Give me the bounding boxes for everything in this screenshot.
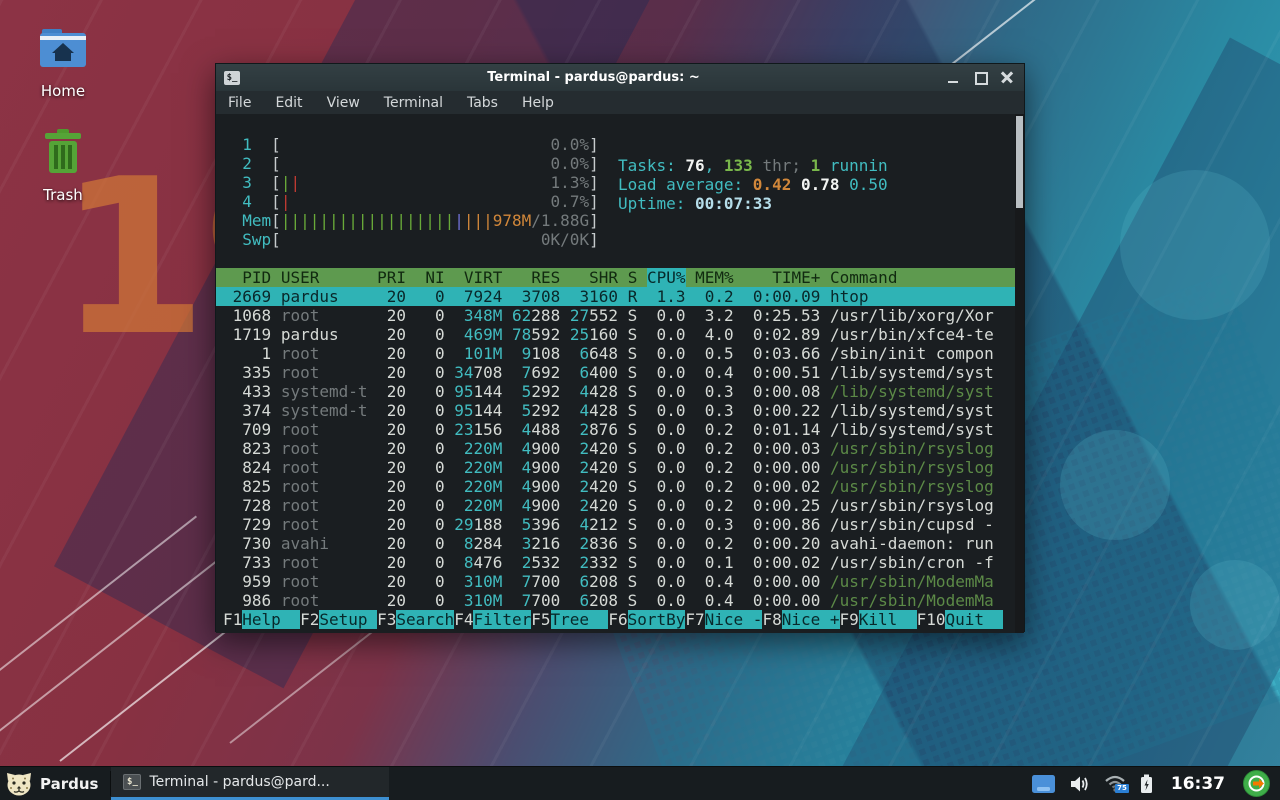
process-row-730[interactable]: 730 avahi 20 0 8284 3216 2836 S 0.0 0.2 … (216, 534, 1015, 553)
taskbar-separator (110, 771, 111, 796)
menu-item-tabs[interactable]: Tabs (467, 95, 498, 111)
fkey-action-quit[interactable]: Quit (945, 610, 1003, 629)
process-row-709[interactable]: 709 root 20 0 23156 4488 2876 S 0.0 0.2 … (216, 420, 1015, 439)
display-settings-icon[interactable] (1031, 774, 1056, 794)
process-row-374[interactable]: 374 systemd-t 20 0 95144 5292 4428 S 0.0… (216, 401, 1015, 420)
process-row-728[interactable]: 728 root 20 0 220M 4900 2420 S 0.0 0.2 0… (216, 496, 1015, 515)
fkey-action-nice-[interactable]: Nice - (705, 610, 763, 629)
fkey-action-tree[interactable]: Tree (551, 610, 609, 629)
window-title: Terminal - pardus@pardus: ~ (240, 70, 947, 85)
clock[interactable]: 16:37 (1171, 774, 1225, 794)
fkey-f5[interactable]: F5 (531, 610, 550, 629)
software-update-button[interactable] (1243, 770, 1270, 797)
process-row-1[interactable]: 1 root 20 0 101M 9108 6648 S 0.0 0.5 0:0… (216, 344, 1015, 363)
taskbar-spacer (389, 767, 1030, 800)
menu-item-edit[interactable]: Edit (275, 95, 302, 111)
menu-item-view[interactable]: View (327, 95, 360, 111)
update-arrow-icon (1247, 774, 1266, 793)
system-tray: 75 16:37 (1031, 767, 1280, 800)
pardus-logo-icon (6, 771, 32, 797)
process-row-733[interactable]: 733 root 20 0 8476 2532 2332 S 0.0 0.1 0… (216, 553, 1015, 572)
desktop-icon-label: Trash (15, 186, 111, 204)
network-signal-badge: 75 (1115, 784, 1129, 793)
terminal-task-icon: $_ (123, 774, 141, 790)
terminal-content[interactable]: 1 [ 0.0%] 2 [ 0.0%] 3 [|| 1.3%] 4 [| 0.7… (216, 114, 1024, 633)
meter-mem: Mem[||||||||||||||||||||||978M/1.88G] (216, 211, 1015, 230)
menu-item-terminal[interactable]: Terminal (384, 95, 443, 111)
process-row-823[interactable]: 823 root 20 0 220M 4900 2420 S 0.0 0.2 0… (216, 439, 1015, 458)
window-titlebar[interactable]: $_ Terminal - pardus@pardus: ~ (216, 64, 1024, 91)
fkey-f9[interactable]: F9 (840, 610, 859, 629)
terminal-scrollbar[interactable] (1015, 114, 1024, 633)
process-row-335[interactable]: 335 root 20 0 34708 7692 6400 S 0.0 0.4 … (216, 363, 1015, 382)
function-key-bar: F1Help F2Setup F3SearchF4FilterF5Tree F6… (216, 610, 1015, 629)
applications-menu-button[interactable]: Pardus (0, 767, 110, 800)
desktop-icon-home[interactable]: Home (15, 26, 111, 100)
fkey-action-filter[interactable]: Filter (473, 610, 531, 629)
network-wifi-icon[interactable]: 75 (1104, 775, 1126, 792)
maximize-button[interactable] (974, 71, 987, 84)
fkey-action-kill[interactable]: Kill (859, 610, 917, 629)
fkey-f2[interactable]: F2 (300, 610, 319, 629)
wallpaper-paw-print (1120, 170, 1270, 320)
process-row-2669[interactable]: 2669 pardus 20 0 7924 3708 3160 R 1.3 0.… (216, 287, 1015, 306)
fkey-f3[interactable]: F3 (377, 610, 396, 629)
load-average-line: Load average: 0.42 0.78 0.50 (611, 175, 888, 194)
meter-swp: Swp[ 0K/0K] (216, 230, 1015, 249)
menu-item-file[interactable]: File (228, 95, 251, 111)
htop-info-block: Tasks: 76, 133 thr; 1 runningLoad averag… (611, 156, 897, 213)
fkey-f6[interactable]: F6 (608, 610, 627, 629)
fkey-f1[interactable]: F1 (223, 610, 242, 629)
process-row-1068[interactable]: 1068 root 20 0 348M 62288 27552 S 0.0 3.… (216, 306, 1015, 325)
wallpaper-paw-print (1190, 560, 1280, 650)
battery-icon[interactable] (1140, 774, 1153, 794)
process-row-824[interactable]: 824 root 20 0 220M 4900 2420 S 0.0 0.2 0… (216, 458, 1015, 477)
taskbar-window-title: Terminal - pardus@pard... (149, 774, 329, 790)
uptime-line: Uptime: 00:07:33 (611, 194, 888, 213)
fkey-f4[interactable]: F4 (454, 610, 473, 629)
volume-icon[interactable] (1070, 775, 1090, 793)
fkey-action-search[interactable]: Search (396, 610, 454, 629)
scrollbar-thumb[interactable] (1016, 116, 1023, 208)
process-row-986[interactable]: 986 root 20 0 310M 7700 6208 S 0.0 0.4 0… (216, 591, 1015, 610)
desktop-icon-trash[interactable]: Trash (15, 128, 111, 204)
fkey-f10[interactable]: F10 (917, 610, 946, 629)
applications-menu-label: Pardus (40, 775, 98, 793)
meter-1: 1 [ 0.0%] (216, 135, 1015, 154)
process-row-825[interactable]: 825 root 20 0 220M 4900 2420 S 0.0 0.2 0… (216, 477, 1015, 496)
taskbar: Pardus $_ Terminal - pardus@pard... (0, 766, 1280, 800)
tasks-line: Tasks: 76, 133 thr; 1 running (611, 156, 888, 175)
terminal-app-icon: $_ (224, 71, 240, 85)
menu-bar: File Edit View Terminal Tabs Help (216, 91, 1024, 114)
fkey-f8[interactable]: F8 (762, 610, 781, 629)
fkey-f7[interactable]: F7 (685, 610, 704, 629)
terminal-window: $_ Terminal - pardus@pardus: ~ File Edit V… (215, 63, 1025, 632)
process-row-729[interactable]: 729 root 20 0 29188 5396 4212 S 0.0 0.3 … (216, 515, 1015, 534)
taskbar-window-button[interactable]: $_ Terminal - pardus@pard... (111, 767, 389, 800)
fkey-action-sortby[interactable]: SortBy (628, 610, 686, 629)
fkey-action-setup[interactable]: Setup (319, 610, 377, 629)
minimize-button[interactable] (947, 71, 960, 84)
process-row-433[interactable]: 433 systemd-t 20 0 95144 5292 4428 S 0.0… (216, 382, 1015, 401)
fkey-action-nice+[interactable]: Nice + (782, 610, 840, 629)
process-row-1719[interactable]: 1719 pardus 20 0 469M 78592 25160 S 0.0 … (216, 325, 1015, 344)
process-table-header[interactable]: PID USER PRI NI VIRT RES SHR S CPU% MEM%… (216, 268, 1015, 287)
close-button[interactable] (1001, 71, 1014, 84)
wallpaper-paw-print (1060, 430, 1170, 540)
home-folder-icon (37, 26, 89, 72)
menu-item-help[interactable]: Help (522, 95, 554, 111)
trash-icon (40, 128, 86, 176)
fkey-action-help[interactable]: Help (242, 610, 300, 629)
desktop-icon-label: Home (15, 82, 111, 100)
process-row-959[interactable]: 959 root 20 0 310M 7700 6208 S 0.0 0.4 0… (216, 572, 1015, 591)
